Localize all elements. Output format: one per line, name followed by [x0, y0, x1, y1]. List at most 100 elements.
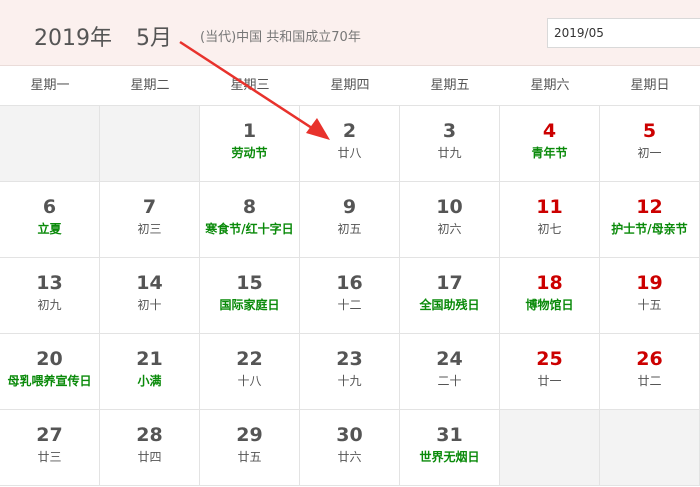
day-number: 18: [536, 272, 563, 294]
lunar-date: 十五: [637, 298, 662, 312]
day-number: 2: [342, 120, 357, 142]
festival-label: 立夏: [37, 222, 62, 236]
festival-label: 青年节: [531, 146, 568, 160]
day-cell[interactable]: 31 世界无烟日: [400, 410, 500, 486]
lunar-date: 十二: [337, 298, 362, 312]
day-number: 8: [242, 196, 257, 218]
day-number: 13: [36, 272, 63, 294]
day-number: 23: [336, 348, 363, 370]
festival-label: 护士节/母亲节: [611, 222, 688, 236]
day-cell[interactable]: 28 廿四: [100, 410, 200, 486]
day-cell[interactable]: 1 劳动节: [200, 106, 300, 182]
day-cell[interactable]: 16 十二: [300, 258, 400, 334]
lunar-date: 廿五: [237, 450, 262, 464]
day-cell[interactable]: 22 十八: [200, 334, 300, 410]
day-number: 21: [136, 348, 163, 370]
festival-label: 小满: [137, 374, 162, 388]
day-cell[interactable]: 8 寒食节/红十字日: [200, 182, 300, 258]
lunar-date: 二十: [437, 374, 462, 388]
day-number: 26: [636, 348, 663, 370]
lunar-date: 初七: [537, 222, 562, 236]
day-number: 1: [242, 120, 257, 142]
day-cell[interactable]: 20 母乳喂养宣传日: [0, 334, 100, 410]
day-number: 28: [136, 424, 163, 446]
day-number: 29: [236, 424, 263, 446]
weekday-label: 星期六: [530, 78, 570, 93]
day-cell[interactable]: 17 全国助残日: [400, 258, 500, 334]
weekday-label: 星期二: [130, 78, 170, 93]
day-cell[interactable]: 29 廿五: [200, 410, 300, 486]
day-number: 22: [236, 348, 263, 370]
festival-label: 全国助残日: [419, 298, 480, 312]
lunar-date: 初一: [637, 146, 662, 160]
calendar-header: 2019年 5月 (当代)中国 共和国成立70年: [0, 0, 700, 66]
date-input[interactable]: [547, 18, 700, 48]
day-cell[interactable]: 10 初六: [400, 182, 500, 258]
day-cell[interactable]: 23 十九: [300, 334, 400, 410]
weekday-label: 星期日: [630, 78, 670, 93]
lunar-date: 廿八: [337, 146, 362, 160]
weekday-header-row: 星期一 星期二 星期三 星期四 星期五 星期六 星期日: [0, 66, 700, 106]
festival-label: 博物馆日: [525, 298, 574, 312]
empty-day-cell: [100, 106, 200, 182]
day-number: 14: [136, 272, 163, 294]
weekday-label: 星期一: [30, 78, 70, 93]
day-cell[interactable]: 6 立夏: [0, 182, 100, 258]
day-cell[interactable]: 18 博物馆日: [500, 258, 600, 334]
day-cell[interactable]: 11 初七: [500, 182, 600, 258]
day-cell[interactable]: 21 小满: [100, 334, 200, 410]
day-number: 16: [336, 272, 363, 294]
day-number: 15: [236, 272, 263, 294]
year-selector[interactable]: 2019年: [34, 20, 112, 52]
day-number: 10: [436, 196, 463, 218]
day-cell[interactable]: 14 初十: [100, 258, 200, 334]
lunar-date: 廿一: [537, 374, 562, 388]
day-cell[interactable]: 25 廿一: [500, 334, 600, 410]
festival-label: 寒食节/红十字日: [205, 222, 294, 236]
day-number: 24: [436, 348, 463, 370]
lunar-date: 初九: [37, 298, 62, 312]
day-number: 27: [36, 424, 63, 446]
lunar-date: 初六: [437, 222, 462, 236]
day-cell[interactable]: 12 护士节/母亲节: [600, 182, 700, 258]
day-cell[interactable]: 26 廿二: [600, 334, 700, 410]
day-number: 9: [342, 196, 357, 218]
festival-label: 母乳喂养宣传日: [7, 374, 92, 388]
day-cell[interactable]: 9 初五: [300, 182, 400, 258]
calendar-grid: 1 劳动节 2 廿八 3 廿九 4 青年节 5 初一 6 立夏 7 初三 8 寒食节/红十字日 9 初五 10 初六 1…: [0, 106, 700, 487]
day-cell[interactable]: 13 初九: [0, 258, 100, 334]
month-selector[interactable]: 5月: [136, 20, 172, 52]
day-cell[interactable]: 7 初三: [100, 182, 200, 258]
empty-day-cell: [500, 410, 600, 486]
day-number: 5: [642, 120, 657, 142]
lunar-date: 廿六: [337, 450, 362, 464]
day-cell[interactable]: 24 二十: [400, 334, 500, 410]
lunar-date: 十八: [237, 374, 262, 388]
lunar-date: 十九: [337, 374, 362, 388]
day-cell[interactable]: 4 青年节: [500, 106, 600, 182]
day-number: 6: [42, 196, 57, 218]
festival-label: 劳动节: [231, 146, 268, 160]
era-info: (当代)中国 共和国成立70年: [200, 30, 361, 45]
empty-day-cell: [0, 106, 100, 182]
day-number: 4: [542, 120, 557, 142]
lunar-date: 廿四: [137, 450, 162, 464]
day-cell[interactable]: 30 廿六: [300, 410, 400, 486]
day-cell[interactable]: 27 廿三: [0, 410, 100, 486]
day-number: 19: [636, 272, 663, 294]
day-cell[interactable]: 15 国际家庭日: [200, 258, 300, 334]
day-number: 17: [436, 272, 463, 294]
day-cell[interactable]: 19 十五: [600, 258, 700, 334]
lunar-date: 廿三: [37, 450, 62, 464]
day-cell[interactable]: 5 初一: [600, 106, 700, 182]
day-number: 20: [36, 348, 63, 370]
lunar-date: 廿二: [637, 374, 662, 388]
day-cell[interactable]: 3 廿九: [400, 106, 500, 182]
weekday-label: 星期三: [230, 78, 270, 93]
lunar-date: 廿九: [437, 146, 462, 160]
lunar-date: 初五: [337, 222, 362, 236]
day-number: 30: [336, 424, 363, 446]
day-number: 31: [436, 424, 463, 446]
day-cell[interactable]: 2 廿八: [300, 106, 400, 182]
lunar-date: 初三: [137, 222, 162, 236]
